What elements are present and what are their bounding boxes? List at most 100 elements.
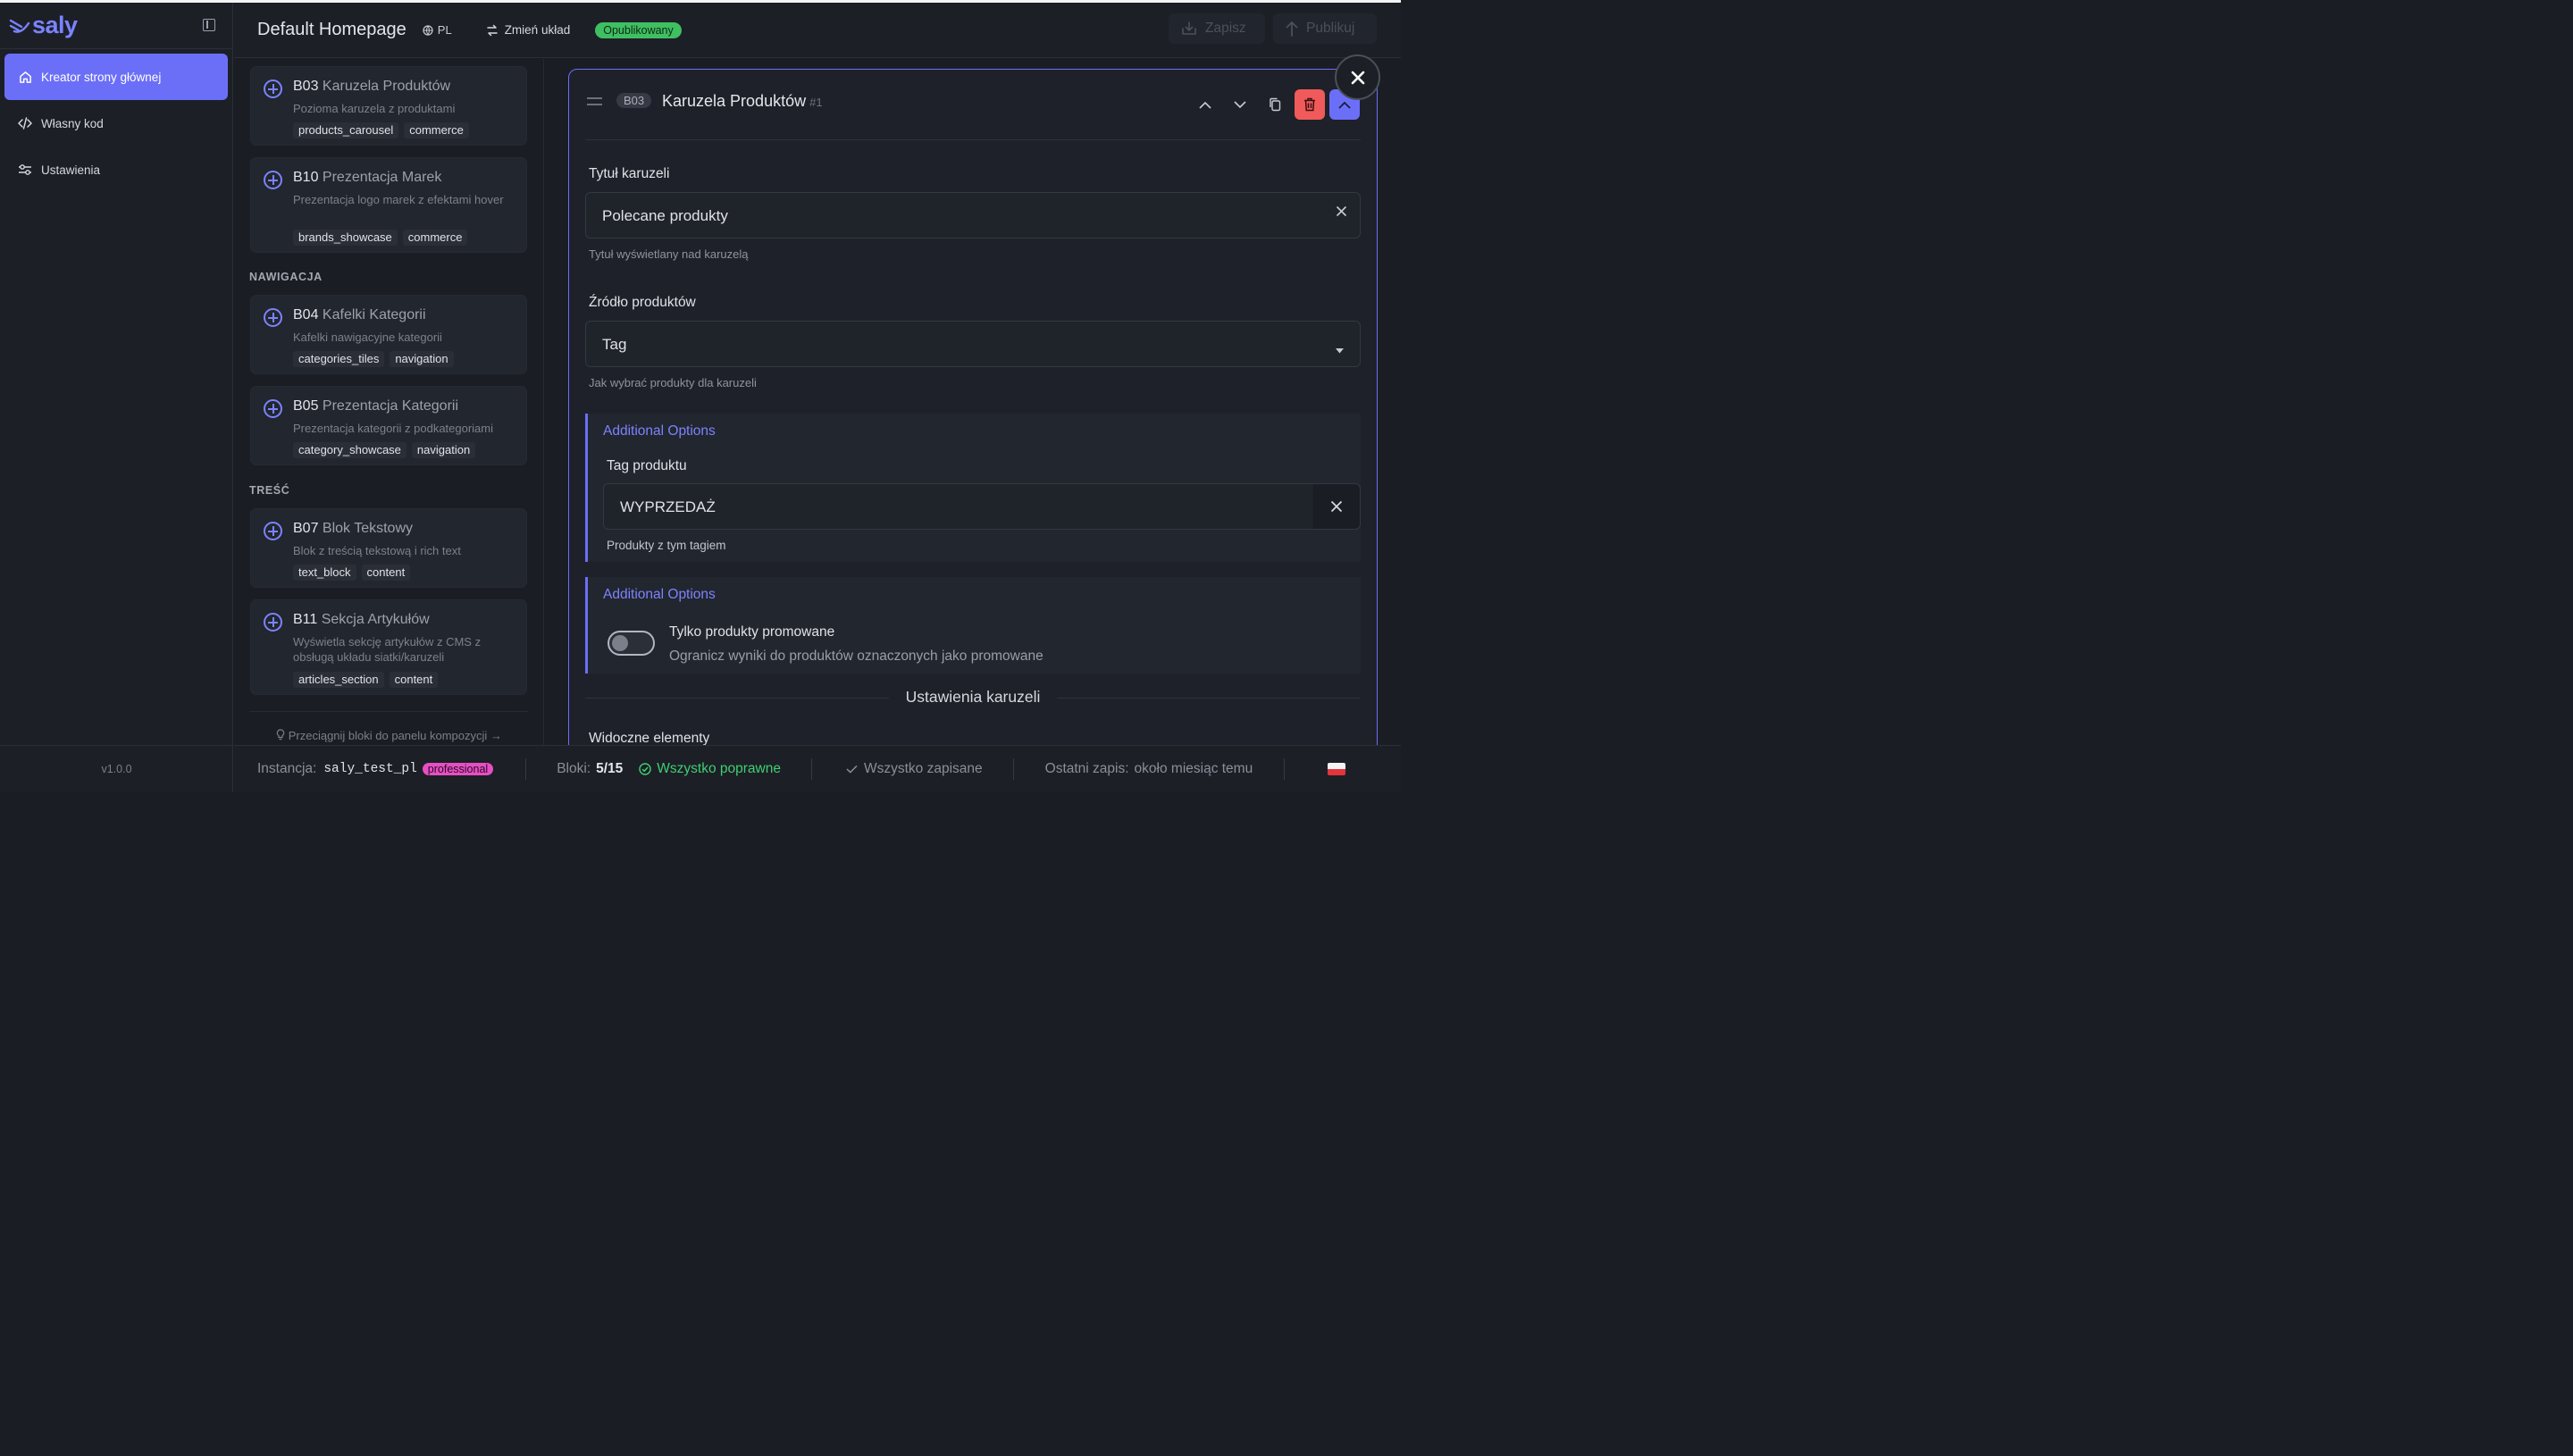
carousel-title-value: Polecane produkty [602,207,728,224]
move-up-button[interactable] [1190,89,1220,120]
carousel-title-input[interactable]: Polecane produkty [585,192,1361,238]
product-source-hint: Jak wybrać produkty dla karuzeli [589,376,757,389]
brand: saly [0,3,232,49]
sliders-icon [18,163,32,177]
add-block-icon[interactable] [264,399,282,418]
product-tag-input[interactable]: WYPRZEDAŻ [603,483,1361,530]
status-separator [525,758,527,780]
block-card-b04[interactable]: B04 Kafelki Kategorii Kafelki nawigacyjn… [250,295,527,374]
change-layout-button[interactable]: Zmień układ [486,23,571,37]
block-title: B11 Sekcja Artykułów [293,612,430,627]
sidebar-item-label: Własny kod [41,116,104,130]
block-tag: commerce [402,230,468,246]
block-tags: text_block content [293,565,415,581]
add-block-icon[interactable] [264,522,282,540]
carousel-title-hint: Tytuł wyświetlany nad karuzelą [589,247,749,261]
add-block-icon[interactable] [264,79,282,98]
globe-icon [423,24,433,36]
sidebar: saly Kreator strony głównej Własny kod U… [0,3,233,792]
section-label-navigation: NAWIGACJA [249,271,323,283]
block-title: B05 Prezentacja Kategorii [293,398,459,414]
sidebar-item-label: Ustawienia [41,163,101,177]
product-source-label: Źródło produktów [589,295,696,310]
status-badge: Opublikowany [595,21,682,38]
brand-logo[interactable]: saly [9,12,78,39]
block-tag: content [361,565,411,581]
block-tag: navigation [390,351,454,367]
block-card-b03[interactable]: B03 Karuzela Produktów Pozioma karuzela … [250,66,527,146]
promoted-only-toggle[interactable] [608,631,655,656]
block-card-b05[interactable]: B05 Prezentacja Kategorii Prezentacja ka… [250,386,527,465]
drag-handle-icon[interactable] [587,97,602,105]
additional-options-promoted: Additional Options Tylko produkty promow… [585,577,1361,674]
block-tag: content [389,672,439,688]
options-title: Additional Options [603,587,716,602]
trash-icon [1304,97,1315,112]
block-code-badge: B03 [616,93,652,108]
clear-title-icon[interactable] [1336,205,1347,222]
chevron-up-icon [1338,101,1351,109]
promoted-only-description: Ogranicz wyniki do produktów oznaczonych… [669,649,1043,664]
block-library: B03 Karuzela Produktów Pozioma karuzela … [234,59,544,745]
block-card-b10[interactable]: B10 Prezentacja Marek Prezentacja logo m… [250,157,527,253]
block-editor-title: Karuzela Produktów #1 [662,92,823,110]
page-title: Default Homepage [257,20,406,39]
close-editor-button[interactable] [1335,54,1380,100]
clear-tag-button[interactable] [1313,484,1360,529]
last-save-label: Ostatni zapis: [1044,761,1129,776]
block-tags: category_showcase navigation [293,442,481,458]
language-indicator[interactable]: PL [423,23,452,37]
header-divider [585,139,1361,140]
sidebar-collapse-icon[interactable] [203,19,215,31]
save-button[interactable]: Zapisz [1169,13,1265,44]
block-tags: brands_showcase commerce [293,230,473,246]
sidebar-item-settings[interactable]: Ustawienia [4,146,228,193]
promoted-only-label: Tylko produkty promowane [669,624,835,640]
sidebar-item-custom-code[interactable]: Własny kod [4,100,228,146]
poland-flag-icon[interactable] [1328,763,1346,775]
sidebar-item-label: Kreator strony głównej [41,70,162,84]
product-tag-label: Tag produktu [607,458,687,473]
publish-button[interactable]: Publikuj [1273,13,1377,44]
additional-options-tag: Additional Options Tag produktu WYPRZEDA… [585,414,1361,562]
close-icon [1351,71,1364,84]
product-tag-value: WYPRZEDAŻ [620,498,716,515]
instance-label: Instancja: [257,761,317,776]
publish-label: Publikuj [1306,21,1355,36]
top-header: Default Homepage PL Zmień układ Opubliko… [234,3,1401,58]
duplicate-button[interactable] [1260,89,1290,120]
composition-panel: B03 Karuzela Produktów #1 Tytuł karuzeli … [545,59,1401,745]
blocks-count: 5/15 [596,761,624,776]
block-description: Prezentacja kategorii z podkategoriami [293,422,494,435]
blocks-label: Bloki: [557,761,591,776]
close-icon [1330,500,1343,513]
block-description: Blok z treścią tekstową i rich text [293,544,461,557]
product-source-value: Tag [602,336,627,353]
product-source-select[interactable]: Tag [585,321,1361,367]
block-tags: articles_section content [293,672,443,688]
status-separator [810,758,812,780]
block-description: Wyświetla sekcję artykułów z CMS z obsłu… [293,635,482,664]
brand-name: saly [32,12,78,38]
library-divider [249,711,528,712]
block-tag: text_block [293,565,356,581]
add-block-icon[interactable] [264,308,282,327]
drag-hint-text: Przeciągnij bloki do panelu kompozycji → [288,729,502,742]
block-title: B03 Karuzela Produktów [293,79,451,94]
options-title: Additional Options [603,423,716,439]
block-card-b07[interactable]: B07 Blok Tekstowy Blok z treścią tekstow… [250,508,527,588]
home-icon [18,70,32,84]
sidebar-item-homepage-builder[interactable]: Kreator strony głównej [4,54,228,100]
change-layout-label: Zmień układ [504,23,571,37]
move-down-button[interactable] [1225,89,1255,120]
status-bar: Instancja: saly_test_pl professional Blo… [234,745,1401,792]
add-block-icon[interactable] [264,613,282,632]
divider-line [1057,698,1361,699]
block-card-b11[interactable]: B11 Sekcja Artykułów Wyświetla sekcję ar… [250,599,527,695]
delete-block-button[interactable] [1295,89,1325,120]
status-separator [1012,758,1014,780]
chevron-up-icon [1199,101,1211,109]
save-icon [1182,21,1196,35]
add-block-icon[interactable] [264,171,282,189]
arrow-up-icon [1286,21,1298,37]
